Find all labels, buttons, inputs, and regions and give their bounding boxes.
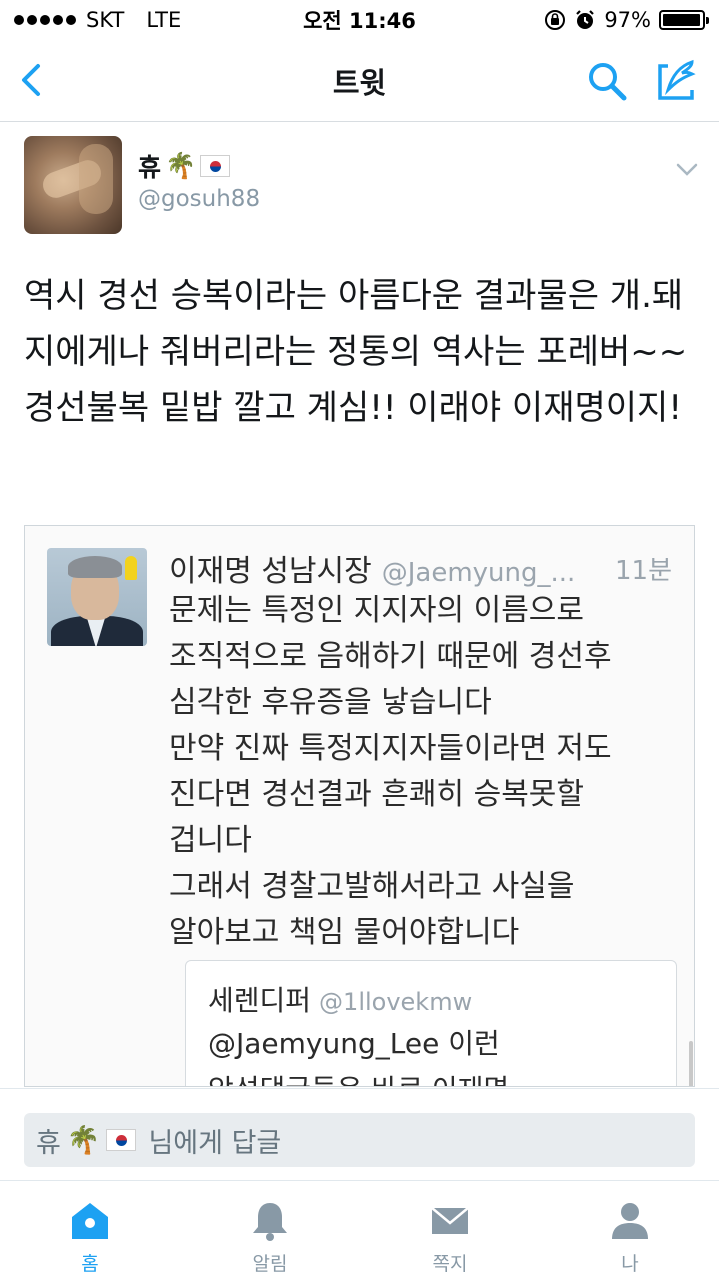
status-right: 97% (544, 8, 709, 32)
embedded-body: 문제는 특정인 지지자의 이름으로 조직적으로 음해하기 때문에 경선후 심각한… (169, 593, 612, 950)
compose-icon[interactable] (652, 56, 702, 106)
yellow-ribbon-icon (125, 556, 137, 580)
tab-me[interactable]: 나 (570, 1199, 690, 1276)
embedded-scrollbar (689, 1041, 693, 1086)
embedded-avatar (47, 548, 147, 646)
embedded-quote: 세렌디퍼@1llovekmw @Jaemyung_Lee 이런 악성댓글들은 바… (185, 960, 677, 1086)
quote-header: 세렌디퍼 @1llovekmw (208, 979, 472, 1019)
embedded-header: 이재명 성남시장 @Jaemyung_... (169, 546, 575, 590)
reply-area: 휴 🌴 님에게 답글 (0, 1088, 719, 1180)
embedded-handle: @Jaemyung_... (381, 558, 576, 588)
tab-notifications[interactable]: 알림 (210, 1199, 330, 1276)
tab-notifications-label: 알림 (252, 1253, 288, 1275)
network-label: LTE (146, 8, 182, 32)
quote-name: 세렌디퍼 (208, 984, 312, 1017)
tab-bar: 홈 알림 쪽지 나 (0, 1180, 719, 1280)
status-left: SKT LTE (14, 8, 181, 32)
user-display-name: 휴 (138, 153, 162, 182)
person-icon (612, 1203, 648, 1239)
navigation-bar: 트윗 (0, 40, 719, 122)
signal-strength-icon (14, 15, 76, 25)
embedded-name: 이재명 성남시장 (169, 554, 372, 589)
status-bar: SKT LTE 오전 11:46 97% (0, 0, 719, 40)
reply-palm-emoji: 🌴 (66, 1125, 101, 1156)
quote-handle: @1llovekmw (319, 988, 473, 1016)
tab-home[interactable]: 홈 (30, 1199, 150, 1276)
rotation-lock-icon (545, 10, 566, 30)
reply-name: 휴 (36, 1127, 61, 1159)
bell-icon (253, 1203, 287, 1241)
tab-me-label: 나 (621, 1253, 639, 1275)
tweet-text: 역시 경선 승복이라는 아름다운 결과물은 개.돼지에게나 줘버리라는 정통의 … (24, 276, 688, 428)
tab-messages-label: 쪽지 (432, 1253, 468, 1275)
korean-flag-icon (200, 155, 231, 177)
home-icon (72, 1203, 108, 1239)
avatar[interactable] (24, 136, 122, 234)
embedded-time: 11분 (615, 556, 673, 586)
embedded-image[interactable]: 이재명 성남시장 @Jaemyung_... 11분 문제는 특정인 지지자의 … (24, 525, 695, 1087)
user-name[interactable]: 휴 🌴 (138, 148, 231, 184)
alarm-icon (576, 10, 595, 29)
carrier-label: SKT (86, 8, 125, 32)
palm-tree-emoji: 🌴 (165, 151, 197, 180)
embedded-tweet-screenshot: 이재명 성남시장 @Jaemyung_... 11분 문제는 특정인 지지자의 … (25, 526, 694, 1086)
quote-text: @Jaemyung_Lee 이런 악성댓글들은 바로 이재명 (208, 1027, 509, 1086)
battery-percent: 97% (604, 8, 651, 32)
tab-messages[interactable]: 쪽지 (390, 1199, 510, 1276)
chevron-down-icon[interactable] (674, 156, 700, 182)
search-icon[interactable] (584, 58, 630, 104)
page-title: 트윗 (332, 65, 387, 100)
battery-level-fill (663, 14, 700, 26)
tab-home-label: 홈 (81, 1253, 99, 1275)
reply-input[interactable]: 휴 🌴 님에게 답글 (24, 1113, 695, 1167)
reply-korean-flag-icon (106, 1129, 137, 1151)
user-handle[interactable]: @gosuh88 (138, 186, 260, 212)
envelope-icon (431, 1207, 469, 1234)
reply-placeholder: 님에게 답글 (148, 1127, 282, 1159)
battery-icon (659, 10, 709, 30)
chevron-left-icon[interactable] (12, 58, 56, 102)
